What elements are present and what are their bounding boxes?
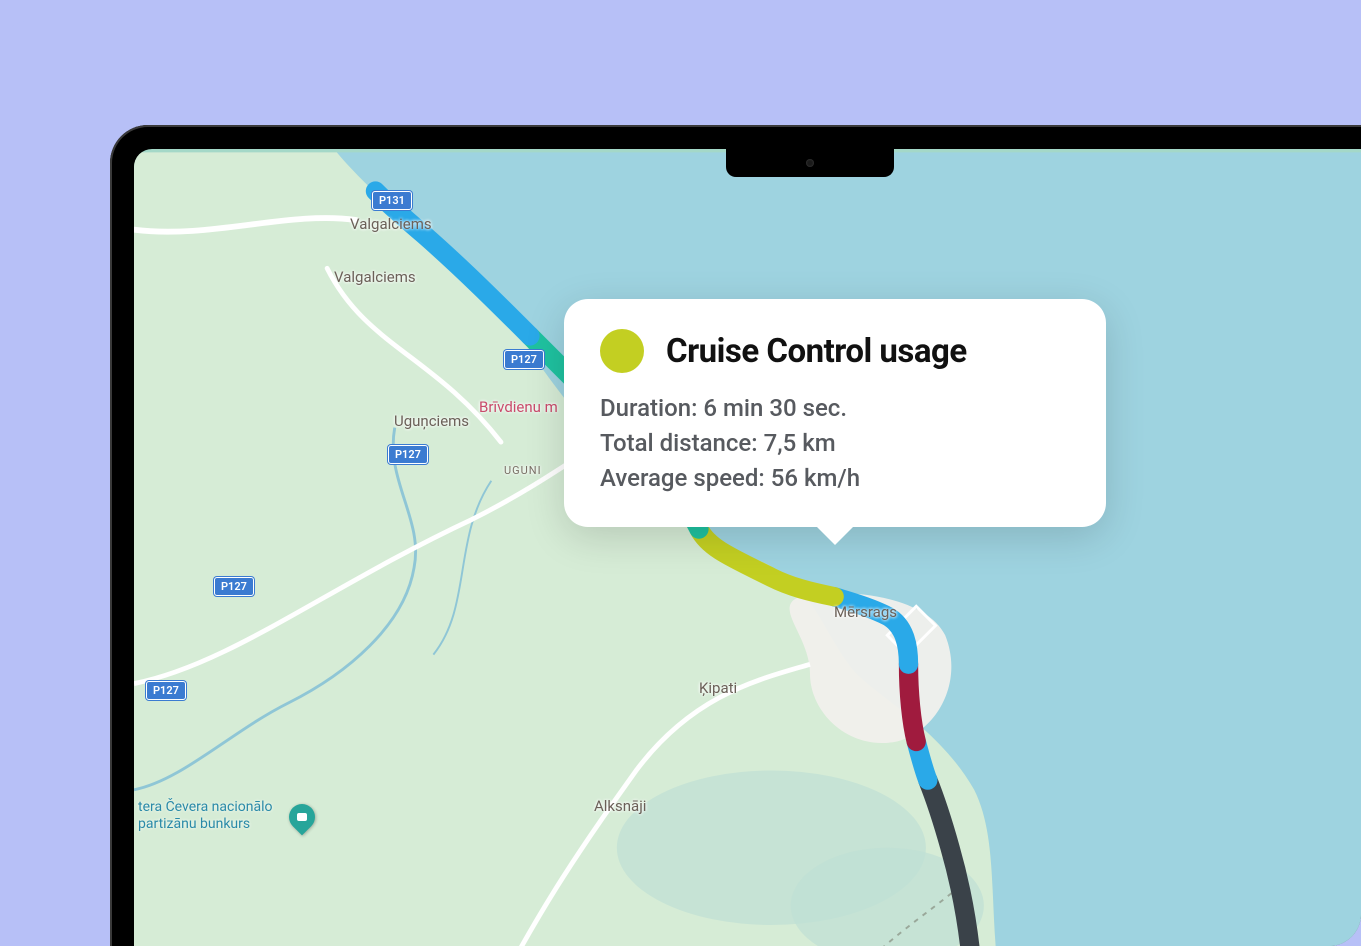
place-label-mersrags: Mērsrags	[834, 603, 897, 621]
road-badge-p131: P131	[372, 191, 412, 210]
device-mockup-frame: P131 P127 P127 P127 P127 Valgalciems Val…	[0, 20, 1361, 946]
place-label-alksnaji: Alksnāji	[594, 797, 646, 815]
map-screen[interactable]: P131 P127 P127 P127 P127 Valgalciems Val…	[134, 149, 1361, 946]
tooltip-body: Duration: 6 min 30 sec. Total distance: …	[600, 391, 1070, 495]
road-badge-p127-a: P127	[504, 350, 544, 369]
route-segment-tooltip: Cruise Control usage Duration: 6 min 30 …	[564, 299, 1106, 527]
map-canvas[interactable]	[134, 149, 1361, 946]
tooltip-title: Cruise Control usage	[666, 332, 967, 371]
place-label-brivdienu: Brīvdienu m	[479, 398, 558, 416]
road-badge-p127-d: P127	[146, 681, 186, 700]
tooltip-header: Cruise Control usage	[600, 329, 1070, 373]
place-label-ugunciems: Uguņciems	[394, 412, 469, 430]
place-label-kipati: Ķipati	[699, 679, 737, 697]
laptop-notch	[726, 149, 894, 177]
route-segment-harsh[interactable]	[909, 664, 917, 741]
place-label-valgalciems-2: Valgalciems	[334, 268, 416, 286]
road-badge-p127-c: P127	[214, 577, 254, 596]
place-label-valgalciems-1: Valgalciems	[350, 215, 432, 233]
road-badge-p127-b: P127	[388, 445, 428, 464]
cruise-control-indicator-icon	[600, 329, 644, 373]
poi-label-bunker: tera Čevera nacionālo partizānu bunkurs	[138, 799, 272, 833]
laptop-bezel: P131 P127 P127 P127 P127 Valgalciems Val…	[110, 125, 1361, 946]
tooltip-speed: Average speed: 56 km/h	[600, 461, 1070, 496]
tooltip-distance: Total distance: 7,5 km	[600, 426, 1070, 461]
place-label-uguni: UGUNI	[504, 464, 542, 477]
tooltip-duration: Duration: 6 min 30 sec.	[600, 391, 1070, 426]
